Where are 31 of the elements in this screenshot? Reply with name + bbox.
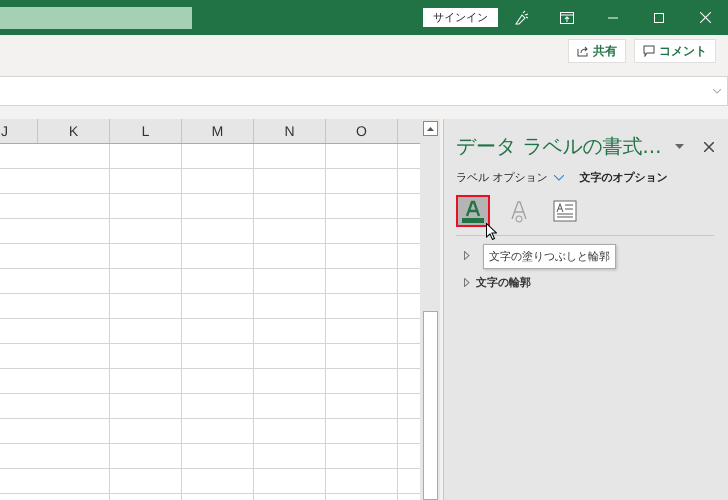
up-arrow-icon bbox=[426, 126, 434, 130]
chevron-icon bbox=[554, 174, 564, 180]
column-header[interactable]: N bbox=[254, 119, 326, 143]
column-header[interactable]: L bbox=[110, 119, 182, 143]
section-header[interactable]: 文字の輪郭 bbox=[476, 275, 531, 290]
options-tab[interactable]: 文字のオプション bbox=[580, 170, 668, 185]
column-header[interactable]: K bbox=[38, 119, 110, 143]
share-button[interactable]: 共有 bbox=[568, 39, 626, 63]
collapsed-icon[interactable] bbox=[464, 278, 470, 287]
expand-icon bbox=[713, 88, 721, 94]
column-header[interactable]: O bbox=[326, 119, 398, 143]
scroll-up-button[interactable] bbox=[422, 121, 438, 136]
dropdown-icon[interactable] bbox=[675, 144, 684, 149]
scrollbar[interactable] bbox=[420, 119, 440, 500]
comment-button[interactable]: コメント bbox=[634, 39, 716, 63]
close-icon[interactable] bbox=[704, 142, 714, 152]
sign-in-button[interactable]: サインイン bbox=[423, 8, 498, 27]
tooltip: 文字の塗りつぶしと輪郭 bbox=[483, 244, 616, 269]
share-icon bbox=[577, 45, 589, 57]
collapsed-icon[interactable] bbox=[464, 251, 470, 260]
scroll-thumb[interactable] bbox=[423, 311, 438, 500]
search-box[interactable] bbox=[0, 6, 192, 28]
comment-icon bbox=[643, 45, 655, 57]
text-box-icon bbox=[553, 200, 577, 222]
cursor-icon bbox=[486, 223, 497, 240]
text-fill-icon bbox=[461, 199, 485, 223]
options-tab[interactable]: ラベル オプション bbox=[456, 170, 564, 185]
column-header[interactable]: J bbox=[0, 119, 38, 143]
pane-title: データ ラベルの書式... bbox=[456, 133, 662, 160]
column-header[interactable]: M bbox=[182, 119, 254, 143]
cell-grid[interactable] bbox=[0, 144, 420, 500]
